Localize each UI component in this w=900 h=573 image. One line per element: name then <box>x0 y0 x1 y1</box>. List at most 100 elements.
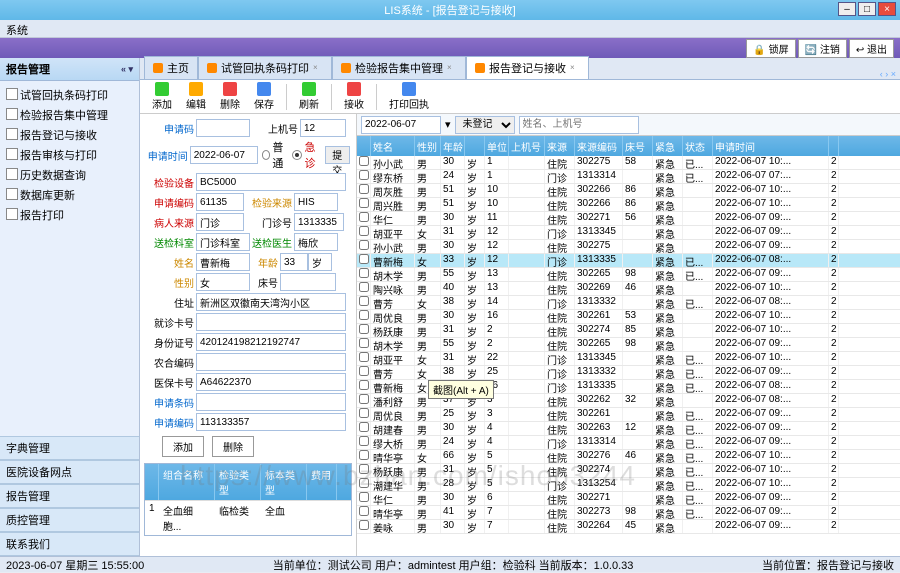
nav-category[interactable]: 字典管理 <box>0 436 139 460</box>
grid-row[interactable]: 孙小武男30岁1住院30227558紧急已...2022-06-07 10:..… <box>357 156 900 170</box>
nav-item[interactable]: 试管回执条码打印 <box>2 85 137 105</box>
tab-reports[interactable]: 检验报告集中管理× <box>332 56 466 79</box>
tab-home[interactable]: 主页 <box>144 56 198 79</box>
menu-system[interactable]: 系统 <box>6 25 28 37</box>
grid-row[interactable]: 曹新梅女33岁12门诊1313335紧急已...2022-06-07 08:..… <box>357 254 900 268</box>
grid-row[interactable]: 华仁男30岁11住院30227156紧急2022-06-07 09:...2 <box>357 212 900 226</box>
insurance-input[interactable] <box>196 373 346 391</box>
nav-category[interactable]: 报告管理 <box>0 484 139 508</box>
test-row[interactable]: 1全血细胞...临检类全血 <box>145 500 351 535</box>
row-checkbox[interactable] <box>359 436 369 446</box>
row-checkbox[interactable] <box>359 296 369 306</box>
row-checkbox[interactable] <box>359 352 369 362</box>
row-checkbox[interactable] <box>359 338 369 348</box>
barcode-input[interactable] <box>196 393 346 411</box>
nav-item[interactable]: 历史数据查询 <box>2 165 137 185</box>
row-checkbox[interactable] <box>359 450 369 460</box>
minimize-button[interactable]: – <box>838 2 856 16</box>
filter-search[interactable] <box>519 116 639 134</box>
radio-normal[interactable] <box>262 150 271 160</box>
row-checkbox[interactable] <box>359 240 369 250</box>
dept-input[interactable] <box>196 233 250 251</box>
psrc-input[interactable] <box>196 213 244 231</box>
grid-row[interactable]: 胡亚平女31岁22门诊1313345紧急已...2022-06-07 10:..… <box>357 352 900 366</box>
row-checkbox[interactable] <box>359 394 369 404</box>
add-test-button[interactable]: 添加 <box>162 436 204 457</box>
edit-button[interactable]: 编辑 <box>180 80 212 113</box>
grid-row[interactable]: 杨跃康男31岁2住院30227485紧急2022-06-07 10:...2 <box>357 324 900 338</box>
nav-item[interactable]: 检验报告集中管理 <box>2 105 137 125</box>
row-checkbox[interactable] <box>359 506 369 516</box>
collapse-icon[interactable]: « ▾ <box>121 64 133 75</box>
row-checkbox[interactable] <box>359 310 369 320</box>
tab-barcode[interactable]: 试管回执条码打印× <box>198 56 332 79</box>
device-input[interactable] <box>196 173 346 191</box>
visit-input[interactable] <box>196 313 346 331</box>
row-checkbox[interactable] <box>359 464 369 474</box>
row-checkbox[interactable] <box>359 198 369 208</box>
age-input[interactable] <box>280 253 308 271</box>
maximize-button[interactable]: □ <box>858 2 876 16</box>
close-icon[interactable]: × <box>447 63 457 73</box>
submit-button[interactable]: 提交 <box>325 146 350 164</box>
receive-button[interactable]: 接收 <box>338 80 370 113</box>
grid-row[interactable]: 胡亚平女31岁12门诊1313345紧急2022-06-07 09:...2 <box>357 226 900 240</box>
nav-item[interactable]: 报告审核与打印 <box>2 145 137 165</box>
grid-row[interactable]: 胡木学男55岁2住院30226598紧急2022-06-07 09:...2 <box>357 338 900 352</box>
grid-row[interactable]: 陶兴咏男40岁13住院30226946紧急2022-06-07 10:...2 <box>357 282 900 296</box>
nav-category[interactable]: 联系我们 <box>0 532 139 556</box>
mdi-controls[interactable]: ‹ › × <box>876 69 900 79</box>
nav-category[interactable]: 医院设备网点 <box>0 460 139 484</box>
farm-input[interactable] <box>196 353 346 371</box>
grid-row[interactable]: 缪大桥男24岁4门诊1313314紧急已...2022-06-07 09:...… <box>357 436 900 450</box>
grid-row[interactable]: 缪东桥男24岁1门诊1313314紧急已...2022-06-07 07:...… <box>357 170 900 184</box>
sample-input[interactable] <box>196 193 244 211</box>
lock-button[interactable]: 🔒 锁屏 <box>746 39 795 58</box>
grid-row[interactable]: 周兴胜男51岁10住院30226686紧急2022-06-07 10:...2 <box>357 198 900 212</box>
row-checkbox[interactable] <box>359 324 369 334</box>
row-checkbox[interactable] <box>359 366 369 376</box>
save-button[interactable]: 保存 <box>248 80 280 113</box>
row-checkbox[interactable] <box>359 380 369 390</box>
logout-button[interactable]: 🔄 注销 <box>798 39 847 58</box>
row-checkbox[interactable] <box>359 268 369 278</box>
apply-code-input[interactable] <box>196 119 250 137</box>
row-checkbox[interactable] <box>359 478 369 488</box>
close-icon[interactable]: × <box>313 63 323 73</box>
grid-row[interactable]: 华仁男30岁6住院302271紧急已...2022-06-07 09:...2 <box>357 492 900 506</box>
id-input[interactable] <box>196 333 346 351</box>
row-checkbox[interactable] <box>359 492 369 502</box>
grid-row[interactable]: 姜咏男30岁7住院30226445紧急2022-06-07 09:...2 <box>357 520 900 534</box>
grid-row[interactable]: 孙小武男30岁12住院302275紧急2022-06-07 09:...2 <box>357 240 900 254</box>
row-checkbox[interactable] <box>359 520 369 530</box>
grid-body[interactable]: 孙小武男30岁1住院30227558紧急已...2022-06-07 10:..… <box>357 156 900 556</box>
delete-button[interactable]: 删除 <box>214 80 246 113</box>
add-button[interactable]: 添加 <box>146 80 178 113</box>
grid-row[interactable]: 晴华亭男41岁7住院30227398紧急已...2022-06-07 09:..… <box>357 506 900 520</box>
close-button[interactable]: × <box>878 2 896 16</box>
nav-item[interactable]: 数据库更新 <box>2 185 137 205</box>
del-test-button[interactable]: 删除 <box>212 436 254 457</box>
tab-register[interactable]: 报告登记与接收× <box>466 56 589 79</box>
row-checkbox[interactable] <box>359 254 369 264</box>
nav-category[interactable]: 质控管理 <box>0 508 139 532</box>
filter-state[interactable]: 未登记 <box>455 116 515 134</box>
nav-item[interactable]: 报告打印 <box>2 205 137 225</box>
grid-row[interactable]: 胡建春男30岁4住院30226312紧急已...2022-06-07 09:..… <box>357 422 900 436</box>
exit-button[interactable]: ↩ 退出 <box>849 39 894 58</box>
addr-input[interactable] <box>196 293 346 311</box>
grid-row[interactable]: 潮建华男28岁5门诊1313254紧急已...2022-06-07 10:...… <box>357 478 900 492</box>
clinic-input[interactable] <box>294 213 344 231</box>
panel-head-report[interactable]: 报告管理« ▾ <box>0 58 139 81</box>
grid-row[interactable]: 周优良男25岁3住院302261紧急已...2022-06-07 09:...2 <box>357 408 900 422</box>
print-button[interactable]: 打印回执 <box>383 80 435 113</box>
row-checkbox[interactable] <box>359 422 369 432</box>
grid-row[interactable]: 周灰胜男51岁10住院30226686紧急2022-06-07 10:...2 <box>357 184 900 198</box>
row-checkbox[interactable] <box>359 184 369 194</box>
row-checkbox[interactable] <box>359 408 369 418</box>
apply-time-input[interactable] <box>190 146 258 164</box>
row-checkbox[interactable] <box>359 282 369 292</box>
grid-row[interactable]: 杨跃康男31岁5住院302274紧急已...2022-06-07 10:...2 <box>357 464 900 478</box>
bed-input[interactable] <box>280 273 336 291</box>
grid-row[interactable]: 曹芳女38岁14门诊1313332紧急已...2022-06-07 08:...… <box>357 296 900 310</box>
